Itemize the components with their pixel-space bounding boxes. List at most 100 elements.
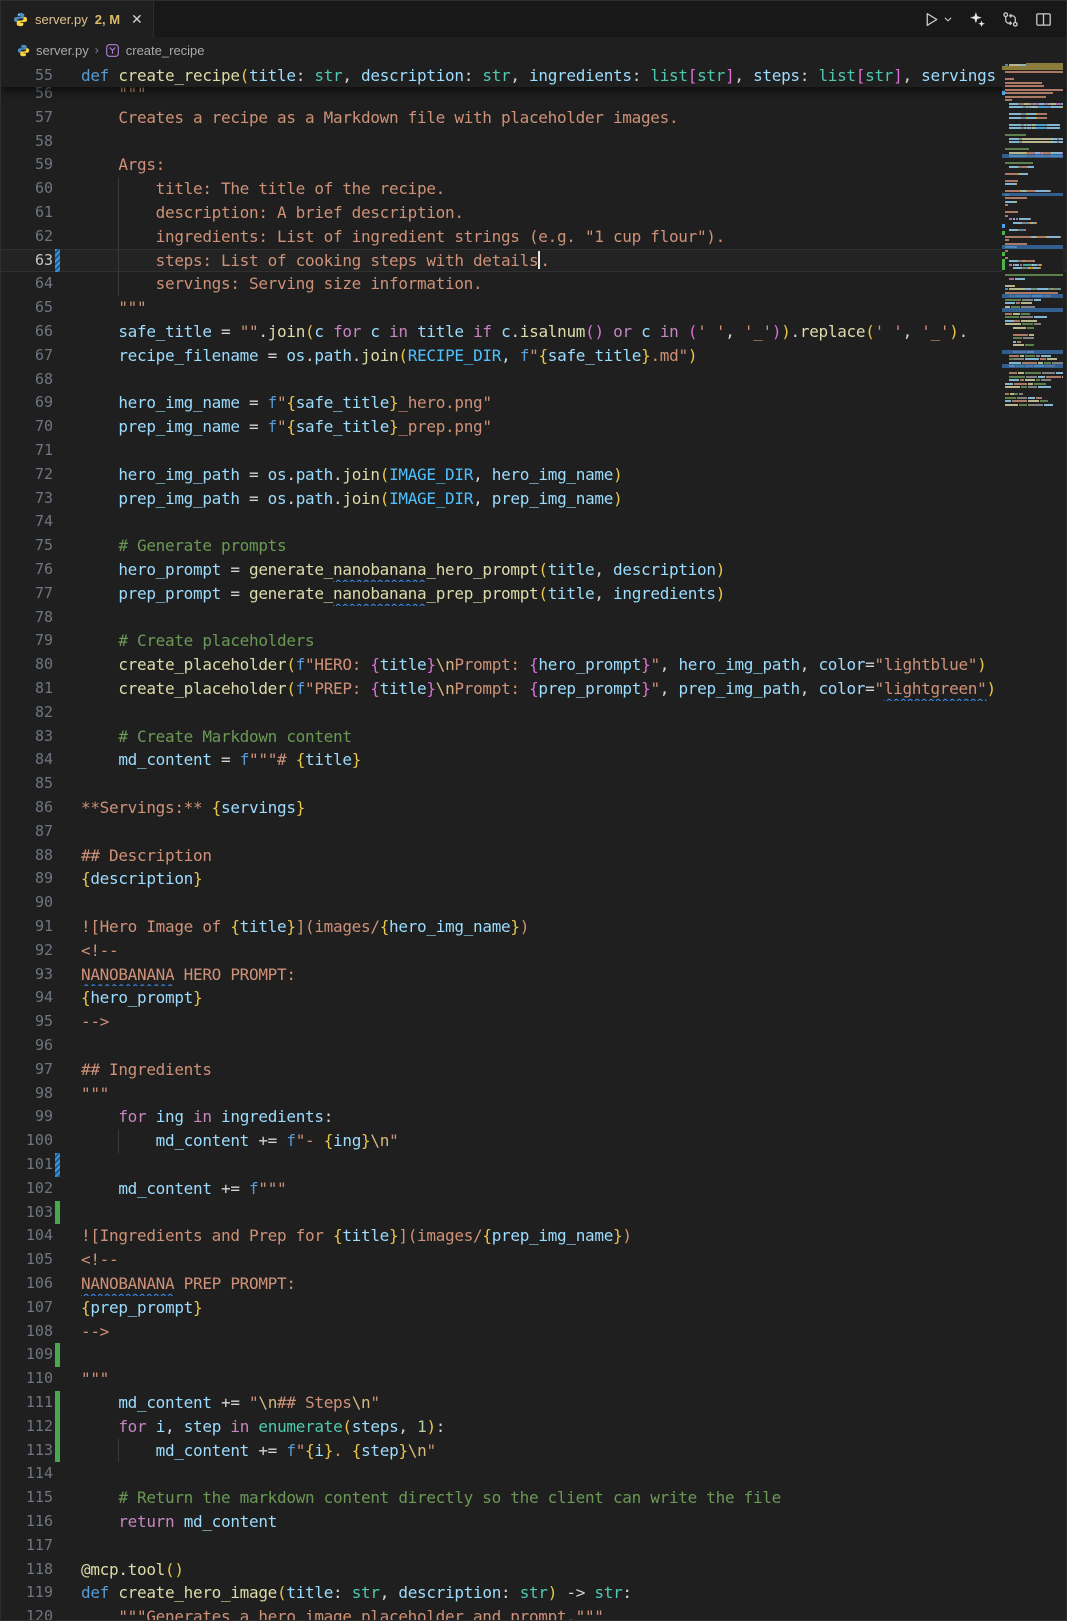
code-line-97[interactable]: 97## Ingredients [1, 1058, 1066, 1082]
line-number[interactable]: 117 [1, 1534, 53, 1558]
line-number[interactable]: 76 [1, 558, 53, 582]
line-number[interactable]: 85 [1, 772, 53, 796]
code-line-84[interactable]: 84 md_content = f"""# {title} [1, 748, 1066, 772]
line-number[interactable]: 107 [1, 1296, 53, 1320]
breadcrumb-symbol[interactable]: create_recipe [126, 43, 205, 58]
code-text[interactable]: {description} [81, 867, 1066, 891]
code-text[interactable]: ingredients: List of ingredient strings … [81, 225, 1066, 249]
code-line-115[interactable]: 115 # Return the markdown content direct… [1, 1486, 1066, 1510]
code-line-92[interactable]: 92<!-- [1, 939, 1066, 963]
code-text[interactable] [81, 439, 1066, 463]
line-number[interactable]: 75 [1, 534, 53, 558]
line-number[interactable]: 80 [1, 653, 53, 677]
code-text[interactable] [81, 820, 1066, 844]
sticky-scroll-line[interactable]: 55 def create_recipe(title: str, descript… [1, 63, 1066, 87]
code-line-96[interactable]: 96 [1, 1034, 1066, 1058]
line-number[interactable]: 95 [1, 1010, 53, 1034]
code-line-95[interactable]: 95--> [1, 1010, 1066, 1034]
code-text[interactable]: create_placeholder(f"PREP: {title}\nProm… [81, 677, 1066, 701]
code-line-72[interactable]: 72 hero_img_path = os.path.join(IMAGE_DI… [1, 463, 1066, 487]
code-line-93[interactable]: 93 NANOBANANA HERO PROMPT: [1, 963, 1066, 987]
code-line-91[interactable]: 91![Hero Image of {title}](images/{hero_… [1, 915, 1066, 939]
code-text[interactable]: safe_title = "".join(c for c in title if… [81, 320, 1066, 344]
breadcrumb-file[interactable]: server.py [36, 43, 89, 58]
code-text[interactable] [81, 130, 1066, 154]
line-number[interactable]: 101 [1, 1153, 53, 1177]
code-line-90[interactable]: 90 [1, 891, 1066, 915]
code-text[interactable]: NANOBANANA HERO PROMPT: [81, 963, 1066, 987]
code-text[interactable]: Creates a recipe as a Markdown file with… [81, 106, 1066, 130]
code-line-99[interactable]: 99 for ing in ingredients: [1, 1105, 1066, 1129]
code-text[interactable]: servings: Serving size information. [81, 272, 1066, 296]
code-text[interactable]: # Return the markdown content directly s… [81, 1486, 1066, 1510]
code-text[interactable] [81, 891, 1066, 915]
code-line-100[interactable]: 100 md_content += f"- {ing}\n" [1, 1129, 1066, 1153]
code-text[interactable] [81, 1343, 1066, 1367]
code-text[interactable]: create_placeholder(f"HERO: {title}\nProm… [81, 653, 1066, 677]
line-number[interactable]: 70 [1, 415, 53, 439]
line-number[interactable]: 73 [1, 487, 53, 511]
code-line-114[interactable]: 114 [1, 1462, 1066, 1486]
code-line-87[interactable]: 87 [1, 820, 1066, 844]
line-number[interactable]: 83 [1, 725, 53, 749]
line-number[interactable]: 114 [1, 1462, 53, 1486]
line-number[interactable]: 55 [1, 66, 53, 84]
line-number[interactable]: 120 [1, 1605, 53, 1620]
line-number[interactable]: 84 [1, 748, 53, 772]
code-text[interactable]: """ [81, 296, 1066, 320]
code-text[interactable]: hero_img_name = f"{safe_title}_hero.png" [81, 391, 1066, 415]
line-number[interactable]: 93 [1, 963, 53, 987]
copilot-sparkle-icon[interactable] [969, 11, 986, 28]
code-text[interactable]: hero_img_path = os.path.join(IMAGE_DIR, … [81, 463, 1066, 487]
code-line-59[interactable]: 59 Args: [1, 153, 1066, 177]
run-python-file-icon[interactable] [923, 11, 953, 28]
code-text[interactable]: md_content += "\n## Steps\n" [81, 1391, 1066, 1415]
code-editor[interactable]: 56 """57 Creates a recipe as a Markdown … [1, 63, 1066, 1620]
split-editor-icon[interactable] [1035, 11, 1052, 28]
code-text[interactable]: md_content += f"- {ing}\n" [81, 1129, 1066, 1153]
line-number[interactable]: 102 [1, 1177, 53, 1201]
code-text[interactable]: def create_recipe(title: str, descriptio… [81, 66, 1066, 85]
line-number[interactable]: 116 [1, 1510, 53, 1534]
code-line-117[interactable]: 117 [1, 1534, 1066, 1558]
code-text[interactable]: md_content += f""" [81, 1177, 1066, 1201]
code-line-81[interactable]: 81 create_placeholder(f"PREP: {title}\nP… [1, 677, 1066, 701]
code-line-76[interactable]: 76 hero_prompt = generate_nanobanana_her… [1, 558, 1066, 582]
tab-close-icon[interactable]: ✕ [131, 11, 143, 28]
minimap[interactable] [1002, 63, 1063, 1620]
line-number[interactable]: 74 [1, 510, 53, 534]
code-line-65[interactable]: 65 """ [1, 296, 1066, 320]
line-number[interactable]: 68 [1, 368, 53, 392]
code-line-78[interactable]: 78 [1, 606, 1066, 630]
code-line-73[interactable]: 73 prep_img_path = os.path.join(IMAGE_DI… [1, 487, 1066, 511]
code-text[interactable]: """Generates a hero image placeholder an… [81, 1605, 1066, 1620]
line-number[interactable]: 78 [1, 606, 53, 630]
code-line-88[interactable]: 88## Description [1, 844, 1066, 868]
code-text[interactable]: prep_img_name = f"{safe_title}_prep.png" [81, 415, 1066, 439]
code-line-66[interactable]: 66 safe_title = "".join(c for c in title… [1, 320, 1066, 344]
code-line-110[interactable]: 110""" [1, 1367, 1066, 1391]
code-line-71[interactable]: 71 [1, 439, 1066, 463]
tab-server-py[interactable]: server.py 2, M ✕ [1, 1, 154, 37]
line-number[interactable]: 113 [1, 1439, 53, 1463]
code-text[interactable]: return md_content [81, 1510, 1066, 1534]
line-number[interactable]: 89 [1, 867, 53, 891]
code-line-70[interactable]: 70 prep_img_name = f"{safe_title}_prep.p… [1, 415, 1066, 439]
line-number[interactable]: 111 [1, 1391, 53, 1415]
code-text[interactable] [81, 772, 1066, 796]
code-line-118[interactable]: 118@mcp.tool() [1, 1558, 1066, 1582]
code-text[interactable]: --> [81, 1320, 1066, 1344]
line-number[interactable]: 88 [1, 844, 53, 868]
line-number[interactable]: 94 [1, 986, 53, 1010]
code-line-79[interactable]: 79 # Create placeholders [1, 629, 1066, 653]
line-number[interactable]: 82 [1, 701, 53, 725]
line-number[interactable]: 91 [1, 915, 53, 939]
code-line-58[interactable]: 58 [1, 130, 1066, 154]
code-text[interactable]: recipe_filename = os.path.join(RECIPE_DI… [81, 344, 1066, 368]
line-number[interactable]: 106 [1, 1272, 53, 1296]
code-text[interactable]: description: A brief description. [81, 201, 1066, 225]
line-number[interactable]: 81 [1, 677, 53, 701]
code-text[interactable]: """ [81, 1082, 1066, 1106]
code-line-109[interactable]: 109 [1, 1343, 1066, 1367]
line-number[interactable]: 58 [1, 130, 53, 154]
